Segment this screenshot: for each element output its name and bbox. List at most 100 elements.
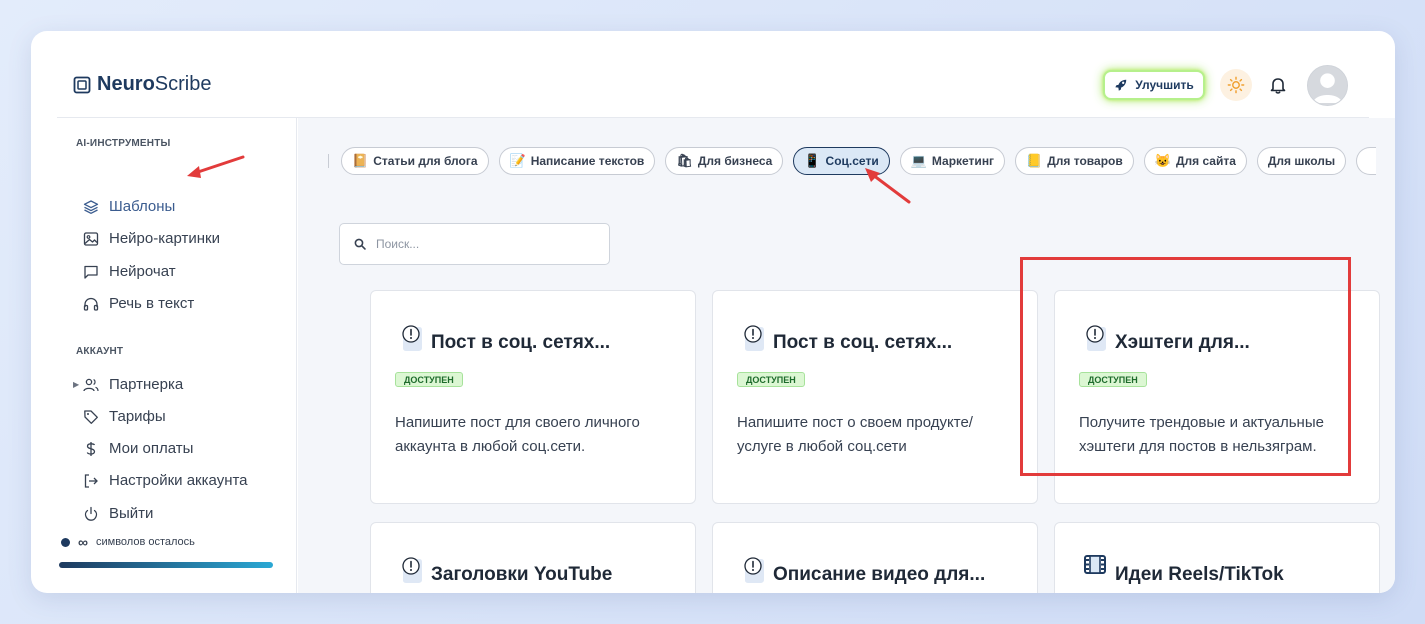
chip-label: Маркетинг	[931, 154, 995, 168]
category-chip-products[interactable]: 📒 Для товаров	[1015, 147, 1134, 175]
notebook-icon: 📔	[352, 153, 369, 168]
card-title: Пост в соц. сетях...	[431, 332, 611, 353]
card-title: Идеи Reels/TikTok	[1115, 564, 1284, 585]
card-title: Хэштеги для...	[1115, 332, 1250, 353]
sidebar-item-partners[interactable]: Партнерка	[83, 376, 183, 393]
credits-progress-bar	[59, 562, 273, 568]
credits-dot	[61, 537, 70, 547]
template-card-social-post-personal[interactable]: Пост в соц. сетях... ДОСТУПЕН Напишите п…	[370, 290, 696, 504]
template-card-hashtags[interactable]: Хэштеги для... ДОСТУПЕН Получите трендов…	[1054, 290, 1380, 504]
status-badge: ДОСТУПЕН	[1079, 372, 1147, 387]
chat-icon	[84, 265, 98, 279]
sidebar-item-label: Шаблоны	[109, 198, 176, 215]
search-input[interactable]	[375, 237, 595, 251]
sun-icon	[1227, 76, 1245, 94]
idea-icon	[402, 325, 422, 351]
category-chip-social[interactable]: 📱 Соц.сети	[793, 147, 890, 175]
category-chip-overflow[interactable]	[1356, 147, 1377, 175]
category-chip-writing[interactable]: 📝 Написание текстов	[498, 147, 656, 175]
sidebar-item-neuro-images[interactable]: Нейро-картинки	[83, 230, 220, 247]
logo-bold: Neuro	[97, 73, 155, 95]
users-icon	[83, 378, 99, 391]
sidebar-item-speech-to-text[interactable]: Речь в текст	[83, 295, 194, 312]
tag-icon	[84, 409, 98, 424]
user-avatar[interactable]	[1307, 65, 1348, 106]
credits-value: ∞	[78, 534, 88, 550]
memo-icon: 📝	[509, 153, 526, 168]
bell-icon	[1270, 78, 1286, 94]
sidebar-item-templates[interactable]: Шаблоны	[83, 198, 175, 215]
sidebar-item-label: Мои оплаты	[109, 440, 194, 457]
idea-icon	[1086, 325, 1106, 351]
image-icon	[83, 231, 99, 246]
top-header: NeuroScribe Улучшить	[31, 31, 1395, 117]
card-description: Напишите пост о своем продукте/ услуге в…	[737, 414, 973, 455]
sidebar-item-label: Нейро-картинки	[109, 230, 220, 247]
sidebar-item-account-settings[interactable]: Настройки аккаунта	[83, 472, 248, 489]
idea-icon	[744, 557, 764, 583]
sidebar-item-payments[interactable]: Мои оплаты	[83, 440, 193, 457]
notifications-button[interactable]	[1267, 73, 1289, 97]
rocket-icon	[1115, 79, 1127, 91]
card-title: Описание видео для...	[773, 564, 986, 585]
card-title: Пост в соц. сетях...	[773, 332, 953, 353]
category-chip-school[interactable]: Для школы	[1256, 147, 1347, 175]
logout-icon	[84, 473, 98, 488]
category-chip-blog[interactable]: 📔 Статьи для блога	[341, 147, 489, 175]
dollar-icon	[86, 441, 96, 456]
credits-label: символов осталось	[95, 536, 195, 548]
status-badge: ДОСТУПЕН	[737, 372, 805, 387]
laptop-icon: 💻	[910, 153, 927, 168]
chip-label: Написание текстов	[530, 154, 645, 168]
chip-label: Для сайта	[1175, 154, 1236, 168]
search-box[interactable]	[339, 223, 610, 265]
power-icon	[84, 506, 98, 521]
chip-label: Для школы	[1267, 154, 1336, 168]
category-chip-marketing[interactable]: 💻 Маркетинг	[899, 147, 1006, 175]
sidebar-item-neurochat[interactable]: Нейрочат	[83, 263, 176, 280]
card-title: Заголовки YouTube	[431, 564, 613, 585]
category-chip-business[interactable]: 🛍 Для бизнеса	[665, 147, 784, 175]
sidebar-item-label: Речь в текст	[109, 295, 195, 312]
chip-label: Для бизнеса	[697, 154, 773, 168]
sidebar-item-label: Настройки аккаунта	[109, 472, 248, 489]
main-content: 📔 Статьи для блога 📝 Написание текстов 🛍 Дл…	[298, 118, 1395, 593]
cat-face-icon: 😺	[1154, 153, 1171, 168]
category-chip-website[interactable]: 😺 Для сайта	[1143, 147, 1247, 175]
category-chips: 📔 Статьи для блога 📝 Написание текстов 🛍 Дл…	[328, 146, 1377, 176]
ledger-icon: 📒	[1026, 153, 1043, 168]
search-icon	[354, 238, 366, 250]
headphones-icon	[83, 297, 99, 311]
sidebar-item-logout[interactable]: Выйти	[83, 505, 153, 522]
film-icon	[1084, 555, 1106, 574]
chip-label: Для товаров	[1047, 154, 1123, 168]
template-card-social-post-product[interactable]: Пост в соц. сетях... ДОСТУПЕН Напишите п…	[712, 290, 1038, 504]
template-card-reels-ideas[interactable]: Идеи Reels/TikTok	[1054, 522, 1380, 593]
logo-icon	[73, 76, 91, 93]
idea-icon	[744, 325, 764, 351]
logo-rest: Scribe	[154, 73, 212, 95]
chips-divider	[328, 154, 329, 168]
app-window: NeuroScribe Улучшить AI-ИНСТРУМЕНТЫ Шабл…	[31, 31, 1395, 593]
card-description: Получите трендовые и актуальные хэштеги …	[1079, 414, 1324, 455]
template-card-youtube-titles[interactable]: Заголовки YouTube	[370, 522, 696, 593]
sidebar-item-label: Тарифы	[109, 408, 166, 425]
sidebar: AI-ИНСТРУМЕНТЫ Шаблоны Нейро-картинки Не…	[31, 118, 297, 593]
expand-caret-icon[interactable]: ▶	[73, 380, 79, 389]
sidebar-item-tariffs[interactable]: Тарифы	[83, 408, 166, 425]
chip-label: Статьи для блога	[373, 154, 478, 168]
upgrade-button[interactable]: Улучшить	[1103, 70, 1205, 100]
logo[interactable]: NeuroScribe	[73, 73, 212, 96]
upgrade-label: Улучшить	[1135, 78, 1194, 92]
chip-label: Соц.сети	[825, 154, 879, 168]
theme-toggle[interactable]	[1220, 69, 1252, 101]
phone-icon: 📱	[804, 153, 821, 168]
layers-icon	[83, 199, 99, 214]
section-title-tools: AI-ИНСТРУМЕНТЫ	[76, 138, 171, 149]
status-badge: ДОСТУПЕН	[395, 372, 463, 387]
sidebar-item-label: Партнерка	[109, 376, 184, 393]
template-card-video-description[interactable]: Описание видео для...	[712, 522, 1038, 593]
section-title-account: АККАУНТ	[76, 346, 124, 357]
sidebar-item-label: Выйти	[109, 505, 154, 522]
idea-icon	[402, 557, 422, 583]
